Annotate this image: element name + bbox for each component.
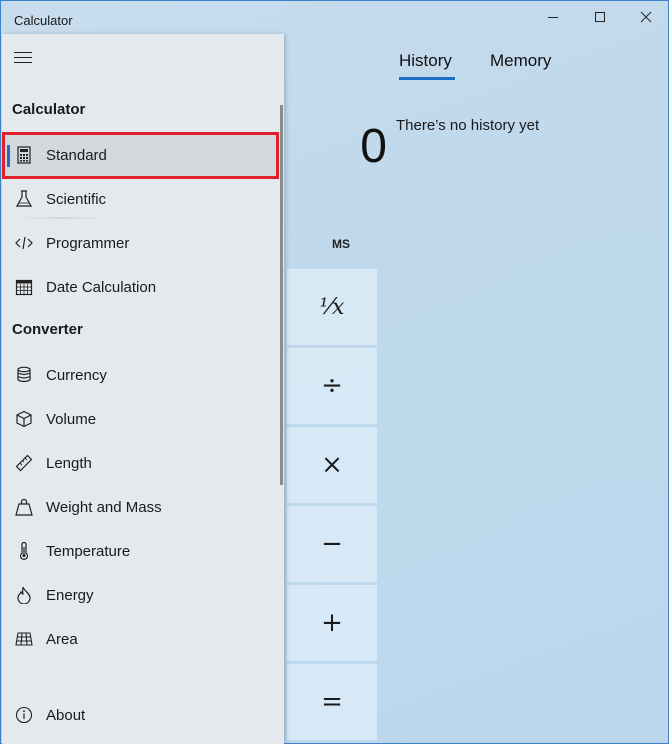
nav-item-standard[interactable]: Standard [2, 133, 278, 177]
add-label: + [321, 608, 343, 638]
divide-button[interactable]: ÷ [287, 348, 377, 424]
nav-item-programmer[interactable]: Programmer [2, 221, 278, 265]
nav-item-weight-and-mass[interactable]: Weight and Mass [2, 485, 278, 529]
tab-memory[interactable]: Memory [490, 51, 551, 71]
selection-indicator [7, 145, 10, 167]
history-empty-message: There’s no history yet [396, 117, 540, 134]
section-title-calculator: Calculator [12, 101, 86, 118]
flask-icon [14, 189, 34, 209]
info-icon [14, 705, 34, 725]
section-title-converter: Converter [12, 321, 83, 338]
calculator-icon [14, 145, 34, 165]
nav-item-scientific[interactable]: Scientific [2, 177, 278, 221]
nav-item-label: Date Calculation [46, 278, 157, 296]
nav-item-length[interactable]: Length [2, 441, 278, 485]
navigation-pane: Calculator Standard Scientific Programme… [2, 34, 284, 744]
nav-item-label: Weight and Mass [46, 498, 162, 516]
display-value: 0 [360, 120, 387, 173]
tab-history[interactable]: History [399, 51, 452, 71]
nav-item-label: Programmer [46, 234, 130, 252]
grid-icon [14, 629, 34, 649]
reciprocal-button[interactable]: ⅟x [287, 269, 377, 345]
code-icon [14, 233, 34, 253]
close-icon [640, 11, 652, 23]
calculator-window: Calculator History Memory There’s no his… [0, 0, 669, 744]
calendar-icon [14, 277, 34, 297]
ruler-icon [14, 453, 34, 473]
app-title: Calculator [14, 13, 73, 28]
add-button[interactable]: + [287, 585, 377, 661]
minimize-button[interactable] [530, 1, 576, 33]
title-bar: Calculator [1, 1, 668, 33]
multiply-label: × [321, 450, 343, 480]
nav-item-volume[interactable]: Volume [2, 397, 278, 441]
subtract-button[interactable]: − [287, 506, 377, 582]
nav-scrollbar[interactable] [280, 105, 283, 485]
equals-button[interactable]: = [287, 664, 377, 740]
thermometer-icon [14, 541, 34, 561]
coins-icon [14, 365, 34, 385]
hamburger-icon [14, 52, 32, 53]
tab-selected-indicator [399, 77, 455, 80]
weight-icon [14, 497, 34, 517]
equals-label: = [321, 687, 343, 717]
subtract-label: − [321, 529, 343, 559]
flame-icon [14, 585, 34, 605]
cube-icon [14, 409, 34, 429]
nav-item-label: Temperature [46, 542, 131, 560]
maximize-icon [595, 12, 605, 22]
nav-item-label: Area [46, 630, 78, 648]
nav-item-date-calculation[interactable]: Date Calculation [2, 265, 278, 309]
multiply-button[interactable]: × [287, 427, 377, 503]
nav-item-label: Energy [46, 586, 94, 604]
nav-item-about[interactable]: About [2, 693, 278, 737]
nav-item-label: Volume [46, 410, 97, 428]
nav-item-label: Currency [46, 366, 107, 384]
nav-item-currency[interactable]: Currency [2, 353, 278, 397]
divider [16, 217, 106, 219]
nav-item-label: About [46, 706, 86, 724]
nav-item-energy[interactable]: Energy [2, 573, 278, 617]
minimize-icon [548, 17, 558, 18]
hamburger-icon-line [14, 62, 32, 63]
nav-item-label: Standard [46, 146, 107, 164]
nav-item-label: Length [46, 454, 92, 472]
maximize-button[interactable] [577, 1, 623, 33]
nav-item-area[interactable]: Area [2, 617, 278, 661]
divide-label: ÷ [321, 371, 343, 401]
close-button[interactable] [623, 1, 669, 33]
nav-item-label: Scientific [46, 190, 107, 208]
memory-store-button[interactable]: MS [323, 237, 359, 251]
nav-item-temperature[interactable]: Temperature [2, 529, 278, 573]
hamburger-menu-button[interactable] [14, 50, 36, 66]
hamburger-icon-line [14, 57, 32, 58]
reciprocal-label: ⅟x [319, 294, 345, 320]
